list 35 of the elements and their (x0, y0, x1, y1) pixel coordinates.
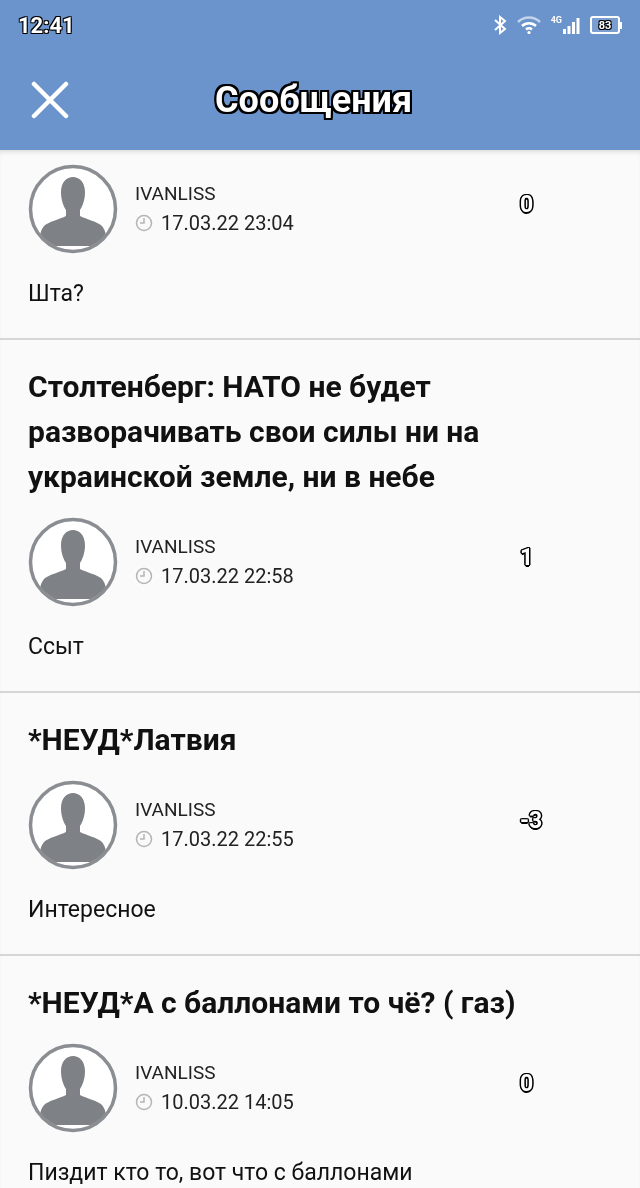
author-name: IVANLISS (135, 535, 217, 559)
message-time: 17.03.22 23:04 (161, 210, 294, 236)
author-name: IVANLISS (135, 182, 217, 206)
message-score: -3 (520, 805, 543, 836)
clock-icon (135, 567, 153, 585)
message-body: Пиздит кто то, вот что с баллонами (28, 1158, 414, 1188)
message-body: Ссыт (28, 632, 85, 662)
message-body: Интересное (28, 895, 157, 925)
avatar-icon (28, 780, 118, 870)
network-type: 4G (550, 16, 562, 25)
avatar-icon (28, 517, 118, 607)
message-score: 1 (520, 542, 534, 573)
author-name: IVANLISS (135, 798, 217, 822)
message-time: 10.03.22 14:05 (161, 1089, 294, 1115)
close-icon (31, 81, 69, 119)
screen-title: Сообщения (215, 78, 413, 123)
message-time: 17.03.22 22:58 (161, 563, 294, 589)
message-body: Шта? (28, 279, 85, 309)
battery-level: 83 (598, 19, 612, 31)
avatar-icon (28, 1043, 118, 1133)
clock-icon (135, 830, 153, 848)
signal-icon (562, 16, 580, 34)
message-title[interactable]: *НЕУД*Латвия (28, 717, 612, 762)
bluetooth-icon (492, 15, 507, 35)
author-name: IVANLISS (135, 1061, 217, 1085)
message-title[interactable]: Столтенберг: НАТО не будет разворачивать свои силы ни на украинской земле, ни в небе (28, 364, 612, 499)
wifi-icon (516, 16, 541, 34)
message-title[interactable]: *НЕУД*А с баллонами то чё? ( газ) (28, 980, 612, 1025)
status-time: 12:41 (18, 11, 75, 40)
message-score: 0 (520, 189, 534, 220)
clock-icon (135, 214, 153, 232)
clock-icon (135, 1093, 153, 1111)
avatar-icon (28, 164, 118, 254)
message-time: 17.03.22 22:55 (161, 826, 294, 852)
message-score: 0 (520, 1068, 534, 1099)
